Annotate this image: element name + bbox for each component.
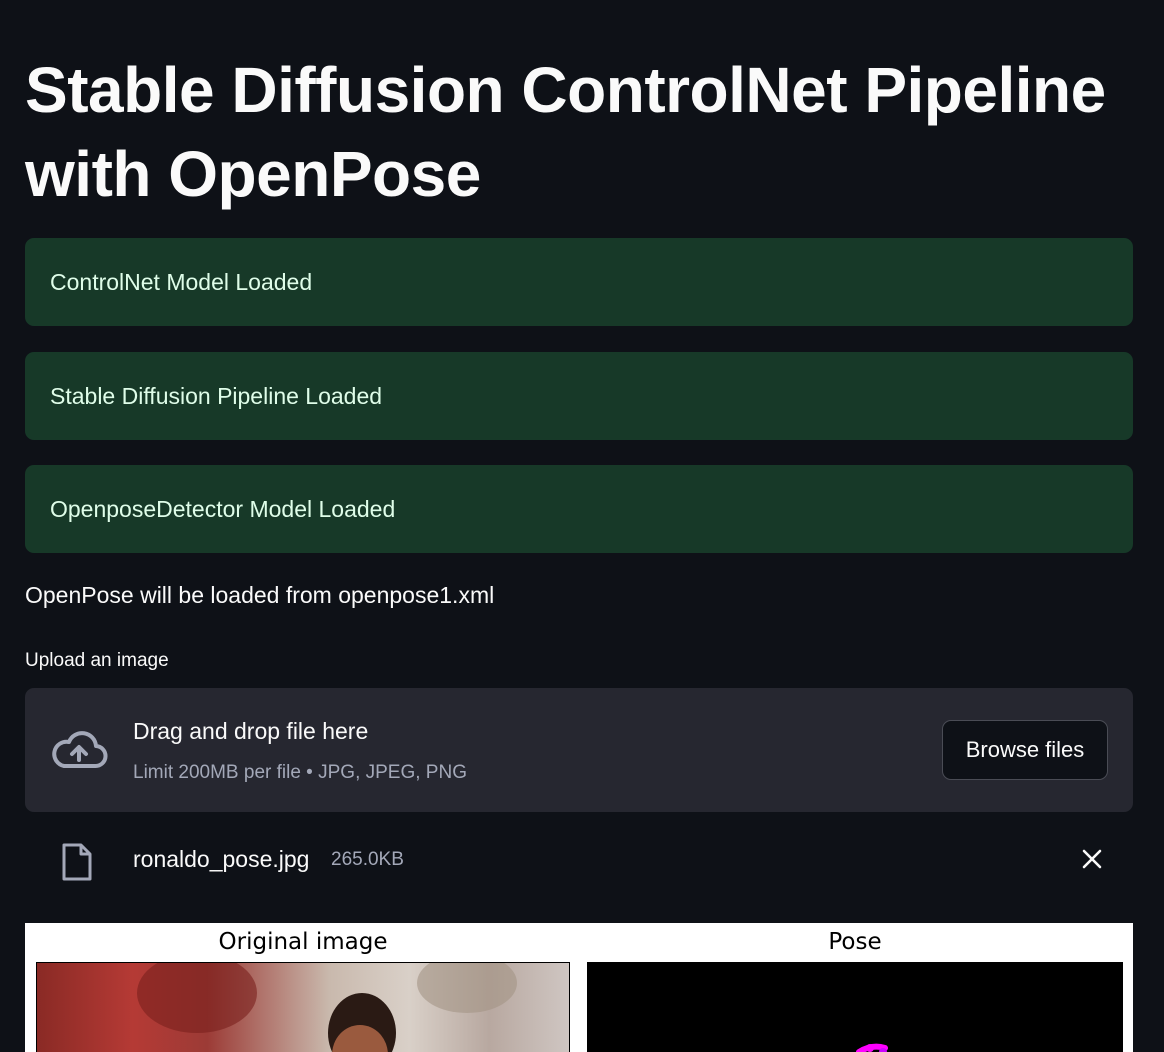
alert-text: Stable Diffusion Pipeline Loaded: [50, 382, 383, 409]
app-page: Stable Diffusion ControlNet Pipeline wit…: [0, 0, 1164, 1052]
uploaded-file-name: ronaldo_pose.jpg: [133, 846, 310, 872]
browse-files-button[interactable]: Browse files: [942, 720, 1108, 780]
file-icon: [62, 843, 92, 881]
page-title: Stable Diffusion ControlNet Pipeline wit…: [25, 54, 1106, 210]
success-alert-controlnet: ControlNet Model Loaded: [25, 238, 1133, 326]
original-image: [36, 962, 570, 1052]
dropzone-limit-text: Limit 200MB per file • JPG, JPEG, PNG: [133, 762, 467, 783]
cloud-upload-icon: [52, 731, 108, 768]
alert-text: ControlNet Model Loaded: [50, 268, 313, 295]
pose-image-title: Pose: [828, 929, 882, 955]
dropzone-title: Drag and drop file here: [133, 718, 369, 744]
upload-label: Upload an image: [25, 650, 169, 671]
pose-skeleton: [856, 1043, 888, 1052]
openpose-info-text: OpenPose will be loaded from openpose1.x…: [25, 582, 495, 608]
success-alert-openpose: OpenposeDetector Model Loaded: [25, 465, 1133, 553]
file-dropzone[interactable]: Drag and drop file here Limit 200MB per …: [25, 688, 1133, 812]
pose-image: [587, 962, 1123, 1052]
result-figure: Original image Pose: [25, 923, 1133, 1052]
uploaded-file-row: ronaldo_pose.jpg 265.0KB: [25, 830, 1133, 892]
success-alert-pipeline: Stable Diffusion Pipeline Loaded: [25, 352, 1133, 440]
remove-file-close-icon[interactable]: [1077, 844, 1107, 874]
uploaded-file-size: 265.0KB: [331, 849, 404, 870]
original-photo-content: [137, 963, 517, 1052]
alert-text: OpenposeDetector Model Loaded: [50, 495, 396, 522]
original-image-title: Original image: [218, 929, 388, 955]
